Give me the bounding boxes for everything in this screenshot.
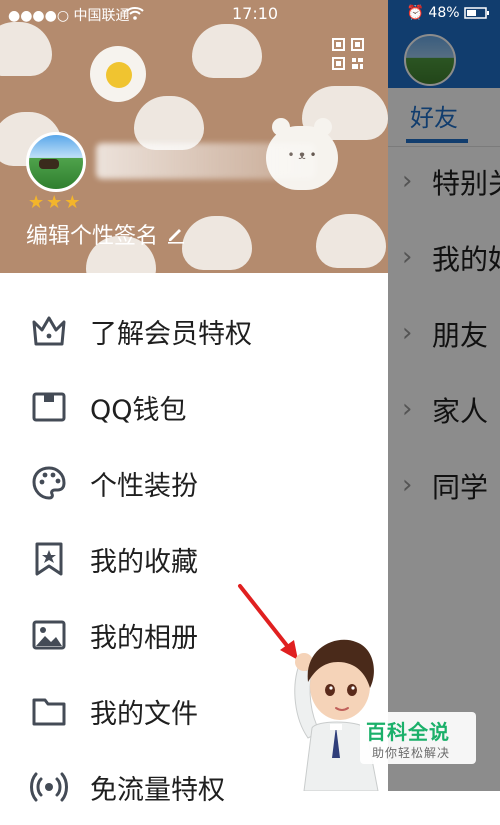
menu-item-wallet[interactable]: QQ钱包 <box>0 369 388 445</box>
watermark-logo: 百科全说 助你轻松解决 <box>360 712 476 764</box>
menu-item-favorites[interactable]: 我的收藏 <box>0 521 388 597</box>
alarm-icon: ⏰ <box>406 5 424 21</box>
side-drawer: • ᴥ • ★★★ 编辑个性签名 <box>0 0 476 806</box>
signal-icon <box>30 772 68 802</box>
blurred-nickname <box>96 143 316 179</box>
bun-decoration <box>134 96 204 150</box>
profile-header: • ᴥ • ★★★ 编辑个性签名 <box>0 0 388 273</box>
bun-decoration <box>192 24 262 78</box>
battery-group: ⏰ 48% <box>407 5 490 21</box>
menu-label: 免流量特权 <box>90 774 225 806</box>
bun-decoration <box>0 22 52 76</box>
bun-decoration <box>182 216 252 270</box>
wifi-icon <box>126 7 144 20</box>
watermark-title: 百科全说 <box>366 720 450 744</box>
status-time: 17:10 <box>232 4 279 23</box>
egg-decoration <box>90 46 146 102</box>
battery-percent: 48% <box>428 5 460 21</box>
carrier-signal: ●●●●○ 中国联通 <box>8 8 130 24</box>
battery-icon <box>464 7 489 19</box>
mascot-character <box>294 639 379 791</box>
menu-item-vip[interactable]: 了解会员特权 <box>0 293 388 369</box>
level-stars: ★★★ <box>28 192 83 213</box>
menu-label: QQ钱包 <box>90 394 187 426</box>
palette-icon <box>32 466 66 500</box>
qr-code-icon[interactable] <box>332 38 364 70</box>
folder-icon <box>32 698 66 726</box>
wallet-icon <box>32 392 66 422</box>
edit-signature[interactable]: 编辑个性签名 <box>26 218 186 250</box>
pencil-icon <box>168 229 185 244</box>
menu-label: 我的文件 <box>90 698 198 730</box>
menu-label: 我的收藏 <box>90 546 198 578</box>
profile-avatar[interactable] <box>26 132 86 192</box>
bun-decoration <box>316 214 386 268</box>
avatar-cow-shape <box>39 159 59 169</box>
menu-label: 了解会员特权 <box>90 318 252 350</box>
bookmark-star-icon <box>35 542 63 576</box>
menu-label: 个性装扮 <box>90 470 198 502</box>
signature-label: 编辑个性签名 <box>26 224 159 249</box>
menu-label: 我的相册 <box>90 622 198 654</box>
menu-item-theme[interactable]: 个性装扮 <box>0 445 388 521</box>
status-bar: ●●●●○ 中国联通 17:10 ⏰ 48% <box>0 0 500 28</box>
photo-icon <box>32 620 66 650</box>
watermark-subtitle: 助你轻松解决 <box>372 746 451 760</box>
crown-icon <box>32 316 66 346</box>
dim-overlay[interactable] <box>388 0 500 791</box>
